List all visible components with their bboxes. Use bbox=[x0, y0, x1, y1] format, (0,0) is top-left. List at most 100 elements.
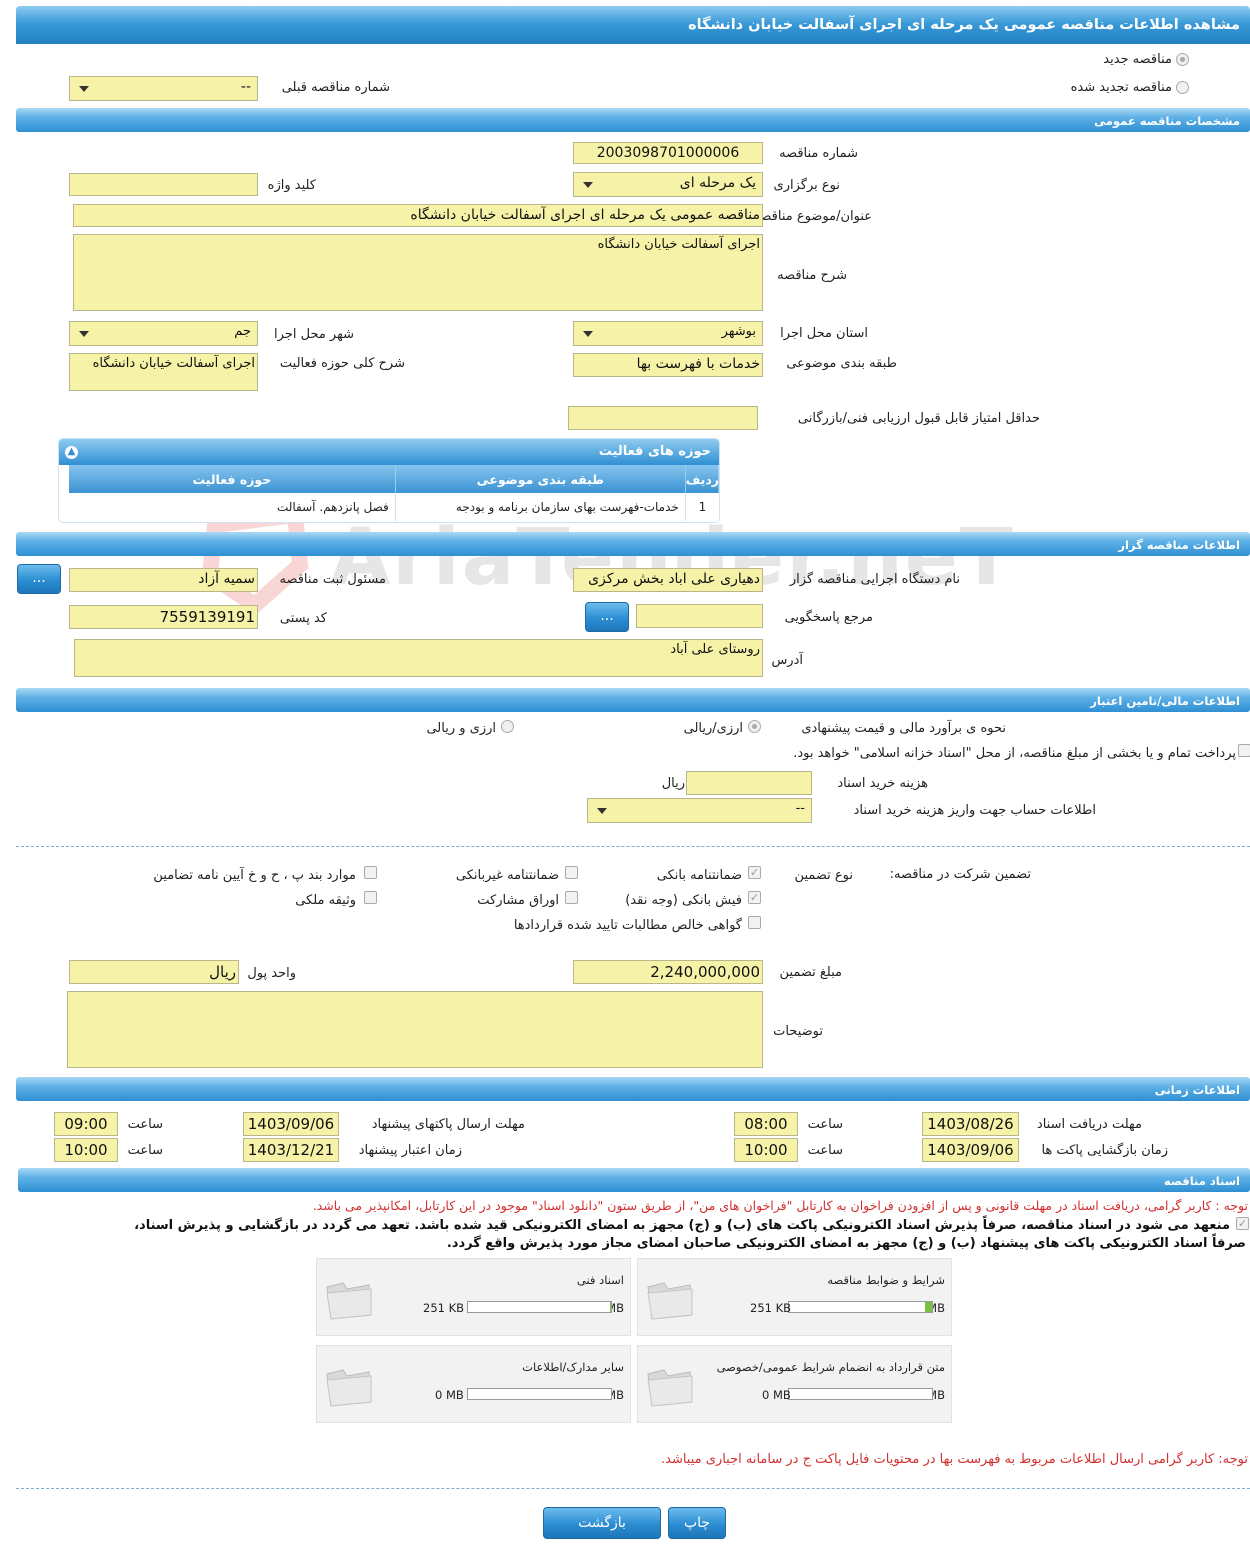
doc-receive-time[interactable]: 08:00 bbox=[734, 1112, 798, 1136]
bank-guarantee-label: ضمانتنامه بانکی bbox=[656, 868, 742, 883]
new-tender-label: مناقصه جدید bbox=[1103, 52, 1172, 67]
validity-label: زمان اعتبار پیشنهاد bbox=[358, 1143, 462, 1158]
registrar-label: مسئول ثبت مناقصه bbox=[279, 572, 386, 587]
holding-type-label: نوع برگزاری bbox=[773, 178, 840, 193]
doc-tile-other[interactable]: سایر مدارک/اطلاعات 50 MB 0 MB bbox=[316, 1345, 631, 1423]
send-date[interactable]: 1403/09/06 bbox=[243, 1112, 339, 1136]
currency-and-rial-label: ارزی و ریالی bbox=[426, 721, 496, 736]
guarantee-amount-field[interactable]: 2,240,000,000 bbox=[573, 960, 763, 984]
registrar-more-button[interactable]: ... bbox=[17, 564, 61, 594]
doc-used-size: 0 MB bbox=[762, 1388, 791, 1402]
send-label: مهلت ارسال پاکتهای پیشنهاد bbox=[371, 1117, 525, 1132]
open-time-label: ساعت bbox=[807, 1143, 843, 1158]
doc-progress-bar bbox=[467, 1301, 612, 1313]
open-time[interactable]: 10:00 bbox=[734, 1138, 798, 1162]
bylaw-items-checkbox[interactable] bbox=[364, 866, 377, 879]
tender-title-field[interactable]: مناقصه عمومی یک مرحله ای اجرای آسفالت خی… bbox=[73, 204, 763, 227]
doc-title: سایر مدارک/اطلاعات bbox=[522, 1360, 624, 1374]
doc-receive-time-label: ساعت bbox=[807, 1117, 843, 1132]
bonds-checkbox[interactable] bbox=[565, 891, 578, 904]
cell-activity: فصل پانزدهم. آسفالت bbox=[276, 500, 389, 514]
section-general: مشخصات مناقصه عمومی bbox=[16, 108, 1250, 132]
activity-desc-field[interactable]: اجرای آسفالت خیابان دانشگاه bbox=[69, 353, 258, 391]
reference-field[interactable] bbox=[636, 604, 763, 628]
registrar-field[interactable]: سمیه آزاد bbox=[69, 568, 258, 592]
send-time[interactable]: 09:00 bbox=[54, 1112, 118, 1136]
previous-tender-label: شماره مناقصه قبلی bbox=[281, 80, 390, 95]
category-label: طبقه بندی موضوعی bbox=[786, 356, 897, 371]
renewed-tender-radio[interactable] bbox=[1176, 81, 1189, 94]
folder-icon bbox=[647, 1369, 693, 1407]
folder-icon bbox=[647, 1282, 693, 1320]
activity-desc-label: شرح کلی حوزه فعالیت bbox=[279, 356, 405, 371]
activity-table: ردیف طبقه بندی موضوعی حوزه فعالیت 1 خدما… bbox=[69, 465, 719, 521]
doc-receive-date[interactable]: 1403/08/26 bbox=[922, 1112, 1019, 1136]
org-label: نام دستگاه اجرایی مناقصه گزار bbox=[789, 572, 960, 587]
print-button[interactable]: چاپ bbox=[668, 1507, 726, 1539]
nonbank-guarantee-checkbox[interactable] bbox=[565, 866, 578, 879]
doc-progress-fill bbox=[609, 1302, 611, 1312]
net-claims-checkbox[interactable] bbox=[748, 916, 761, 929]
property-collateral-checkbox[interactable] bbox=[364, 891, 377, 904]
address-label: آدرس bbox=[771, 653, 803, 668]
cash-receipt-label: فیش بانکی (وجه نقد) bbox=[625, 893, 742, 908]
folder-icon bbox=[326, 1282, 372, 1320]
section-documents: اسناد مناقصه bbox=[18, 1168, 1250, 1192]
city-select[interactable]: جم bbox=[69, 321, 258, 346]
doc-tile-terms[interactable]: شرایط و ضوابط مناقصه 5 MB 251 KB bbox=[637, 1258, 952, 1336]
province-label: استان محل اجرا bbox=[780, 326, 868, 341]
currency-rial-radio[interactable] bbox=[748, 720, 761, 733]
cash-receipt-checkbox[interactable]: ✓ bbox=[748, 891, 761, 904]
tender-number-field[interactable]: 2003098701000006 bbox=[573, 142, 763, 164]
description-field[interactable]: اجرای آسفالت خیابان دانشگاه bbox=[73, 234, 763, 311]
description-label: شرح مناقصه bbox=[777, 268, 847, 283]
validity-time[interactable]: 10:00 bbox=[54, 1138, 118, 1162]
back-button[interactable]: بازگشت bbox=[543, 1507, 661, 1539]
treasury-checkbox[interactable] bbox=[1238, 744, 1250, 757]
address-field[interactable]: روستای علی آباد bbox=[74, 639, 763, 677]
commit-checkbox[interactable]: ✓ bbox=[1236, 1217, 1249, 1230]
guarantee-amount-label: مبلغ تضمین bbox=[779, 965, 842, 980]
city-label: شهر محل اجرا bbox=[274, 327, 354, 342]
doc-cost-field[interactable] bbox=[686, 771, 812, 795]
account-select[interactable]: -- bbox=[587, 798, 812, 823]
tender-number-label: شماره مناقصه bbox=[779, 146, 858, 161]
org-field[interactable]: دهیاری علی اباد بخش مرکزی bbox=[573, 568, 763, 592]
category-field[interactable]: خدمات با فهرست بها bbox=[573, 353, 763, 377]
doc-tile-contract[interactable]: متن قرارداد به انضمام شرایط عمومی/خصوصی … bbox=[637, 1345, 952, 1423]
col-header-category: طبقه بندی موضوعی bbox=[394, 465, 686, 493]
min-score-field[interactable] bbox=[568, 406, 758, 430]
col-header-row: ردیف bbox=[684, 465, 719, 493]
send-time-label: ساعت bbox=[127, 1117, 163, 1132]
bank-guarantee-checkbox[interactable]: ✓ bbox=[748, 866, 761, 879]
validity-date[interactable]: 1403/12/21 bbox=[243, 1138, 339, 1162]
doc-title: شرایط و ضوابط مناقصه bbox=[827, 1273, 945, 1287]
notes-field[interactable] bbox=[67, 991, 763, 1068]
doc-progress-bar bbox=[788, 1388, 933, 1400]
postal-field[interactable]: 7559139191 bbox=[69, 605, 258, 629]
holding-type-select[interactable]: یک مرحله ای bbox=[573, 172, 763, 197]
keyword-field[interactable] bbox=[69, 173, 258, 196]
currency-field[interactable]: ریال bbox=[69, 960, 239, 984]
doc-tile-technical[interactable]: اسناد فنی 50 MB 251 KB bbox=[316, 1258, 631, 1336]
nonbank-guarantee-label: ضمانتنامه غیربانکی bbox=[455, 868, 559, 883]
divider bbox=[16, 846, 1250, 847]
province-select[interactable]: بوشهر bbox=[573, 321, 763, 346]
previous-tender-select[interactable]: -- bbox=[69, 76, 258, 101]
currency-label: واحد پول bbox=[247, 966, 296, 981]
guarantee-type-label: نوع تضمین bbox=[794, 868, 853, 883]
doc-title: متن قرارداد به انضمام شرایط عمومی/خصوصی bbox=[716, 1360, 945, 1374]
doc-used-size: 251 KB bbox=[423, 1301, 465, 1315]
collapse-icon[interactable]: ▲ bbox=[65, 446, 78, 459]
renewed-tender-label: مناقصه تجدید شده bbox=[1070, 80, 1172, 95]
new-tender-radio[interactable] bbox=[1176, 53, 1189, 66]
min-score-label: حداقل امتیاز قابل قبول ارزیابی فنی/بازرگ… bbox=[797, 411, 1040, 426]
validity-time-label: ساعت bbox=[127, 1143, 163, 1158]
reference-label: مرجع پاسخگویی bbox=[784, 610, 873, 625]
open-date[interactable]: 1403/09/06 bbox=[922, 1138, 1019, 1162]
guarantee-label: تضمین شرکت در مناقصه: bbox=[889, 867, 1031, 882]
reference-more-button[interactable]: ... bbox=[585, 602, 629, 632]
currency-and-rial-radio[interactable] bbox=[501, 720, 514, 733]
bylaw-items-label: موارد بند پ ، ح و خ آیین نامه تضامین bbox=[153, 868, 356, 883]
section-finance: اطلاعات مالی/تامین اعتبار bbox=[16, 688, 1250, 712]
